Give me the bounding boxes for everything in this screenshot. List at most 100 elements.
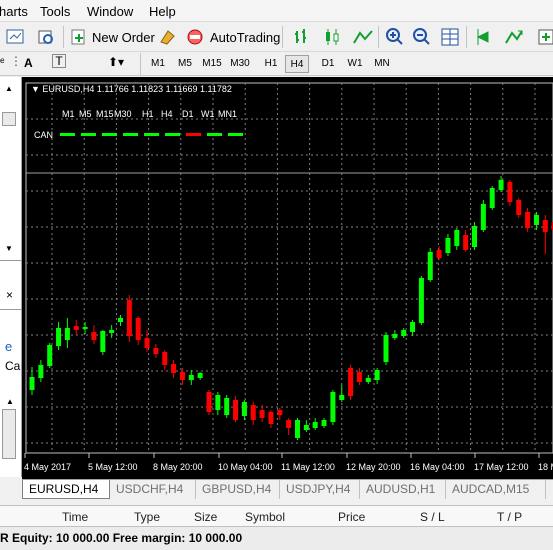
candle-body <box>64 328 70 340</box>
candle-body <box>330 392 336 422</box>
candle-body <box>383 335 389 362</box>
price-chart[interactable]: ▼ EURUSD,H4 1.11766 1.11823 1.11669 1.11… <box>22 77 553 479</box>
col-sl[interactable]: S / L <box>420 510 445 524</box>
col-tp[interactable]: T / P <box>497 510 522 524</box>
scrollbar-thumb-2[interactable] <box>2 409 16 459</box>
indicator-tf-label: M15 <box>96 109 114 119</box>
tab-eurusd-h4[interactable]: EURUSD,H4 <box>22 480 110 499</box>
scrollbar-thumb[interactable] <box>2 112 16 126</box>
tile-windows-button[interactable] <box>440 25 460 49</box>
candlestick-button[interactable] <box>322 25 344 49</box>
indicator-tf-label: D1 <box>182 109 194 119</box>
timeframe-m30[interactable]: M30 <box>228 55 252 73</box>
new-order-icon <box>71 29 85 45</box>
timeframe-w1[interactable]: W1 <box>343 55 367 73</box>
periods-toolbar: ᵉ ⋮ A T ⬆▾ M1 M5 M15 M30 H1 H4 D1 W1 MN <box>0 52 553 76</box>
candle-body <box>427 252 433 280</box>
col-size[interactable]: Size <box>194 510 217 524</box>
timeframe-m5[interactable]: M5 <box>173 55 197 73</box>
timeframe-mn[interactable]: MN <box>370 55 394 73</box>
candle-body <box>303 425 309 430</box>
autotrading-icon <box>187 29 203 45</box>
candle-body <box>224 398 230 415</box>
close-icon[interactable]: × <box>6 288 13 302</box>
metaeditor-button[interactable] <box>158 25 178 49</box>
new-chart-button[interactable] <box>6 25 26 49</box>
candle-body <box>73 326 79 330</box>
chart-shift-button[interactable] <box>474 25 496 49</box>
candle-body <box>268 412 274 424</box>
candle-body <box>445 238 451 253</box>
text-tool-icon[interactable]: A <box>24 56 33 70</box>
candle-body <box>542 220 548 232</box>
candle-body <box>153 348 159 354</box>
zoom-in-icon <box>386 28 403 45</box>
candle-body <box>392 334 398 338</box>
profiles-button[interactable] <box>37 25 57 49</box>
profiles-icon <box>38 30 53 44</box>
candle-body <box>321 420 327 426</box>
col-price[interactable]: Price <box>338 510 365 524</box>
timeframe-m15[interactable]: M15 <box>200 55 224 73</box>
autoscroll-icon <box>505 30 523 44</box>
candle-body <box>436 250 442 258</box>
candle-body <box>135 318 141 340</box>
scroll-up-arrow-icon-2[interactable]: ▲ <box>6 397 14 406</box>
text-label-tool-icon[interactable]: T <box>52 54 66 68</box>
candle-body <box>233 400 239 420</box>
chart-icon <box>6 29 24 44</box>
candle-body <box>533 215 539 225</box>
scroll-down-arrow-icon[interactable]: ▼ <box>2 245 16 253</box>
timeframe-m1[interactable]: M1 <box>146 55 170 73</box>
indicator-name: CAN <box>34 130 53 140</box>
autotrading-button[interactable]: AutoTrading <box>186 25 280 49</box>
x-axis-label: 4 May 2017 <box>24 462 71 472</box>
menu-charts[interactable]: harts <box>0 4 28 19</box>
col-type[interactable]: Type <box>134 510 160 524</box>
bar-chart-button[interactable] <box>292 25 314 49</box>
tab-gbpusd-h4[interactable]: GBPUSD,H4 <box>196 480 280 499</box>
scroll-up-arrow-icon[interactable]: ▲ <box>2 85 16 93</box>
tab-audusd-h1[interactable]: AUDUSD,H1 <box>360 480 446 499</box>
candle-body <box>179 372 185 380</box>
timeframe-h1[interactable]: H1 <box>259 55 283 73</box>
candle-body <box>82 327 88 329</box>
menu-help[interactable]: Help <box>149 4 176 19</box>
candle-body <box>171 364 177 373</box>
candle-body <box>38 365 44 378</box>
col-time[interactable]: Time <box>62 510 88 524</box>
candle-body <box>56 328 62 346</box>
col-symbol[interactable]: Symbol <box>245 510 285 524</box>
candle-body <box>516 200 522 215</box>
autotrading-label: AutoTrading <box>210 29 281 45</box>
indicator-tf-label: M5 <box>79 109 92 119</box>
zoom-out-button[interactable] <box>412 25 432 49</box>
timeframe-h4[interactable]: H4 <box>285 55 309 73</box>
tab-audcad-m15[interactable]: AUDCAD,M15 <box>446 480 546 499</box>
menu-window[interactable]: Window <box>87 4 133 19</box>
timeframe-d1[interactable]: D1 <box>316 55 340 73</box>
indicators-button[interactable] <box>537 25 553 49</box>
candle-body <box>348 368 354 396</box>
indicator-segment <box>60 133 75 136</box>
new-order-button[interactable]: New Order <box>70 25 155 49</box>
tab-usdchf-h4[interactable]: USDCHF,H4 <box>110 480 196 499</box>
arrows-tool-icon[interactable]: ⬆▾ <box>108 55 124 69</box>
menu-tools[interactable]: Tools <box>40 4 70 19</box>
zoom-in-button[interactable] <box>385 25 405 49</box>
candle-body <box>498 180 504 190</box>
tab-usdjpy-h4[interactable]: USDJPY,H4 <box>280 480 360 499</box>
autoscroll-button[interactable] <box>503 25 525 49</box>
x-axis-label: 18 M <box>538 462 553 472</box>
line-chart-button[interactable] <box>352 25 374 49</box>
candle-body <box>480 204 486 230</box>
candlestick-icon <box>326 29 339 45</box>
candle-body <box>126 300 132 336</box>
indicator-segment <box>207 133 222 136</box>
fibo-tool-icon[interactable]: ᵉ <box>0 55 4 69</box>
x-axis-label: 10 May 04:00 <box>218 462 273 472</box>
candle-body <box>365 378 371 382</box>
candle-body <box>356 372 362 382</box>
left-panel: ▲ ▼ × e Ca ▲ <box>0 77 22 477</box>
indicator-tf-label: W1 <box>201 109 215 119</box>
